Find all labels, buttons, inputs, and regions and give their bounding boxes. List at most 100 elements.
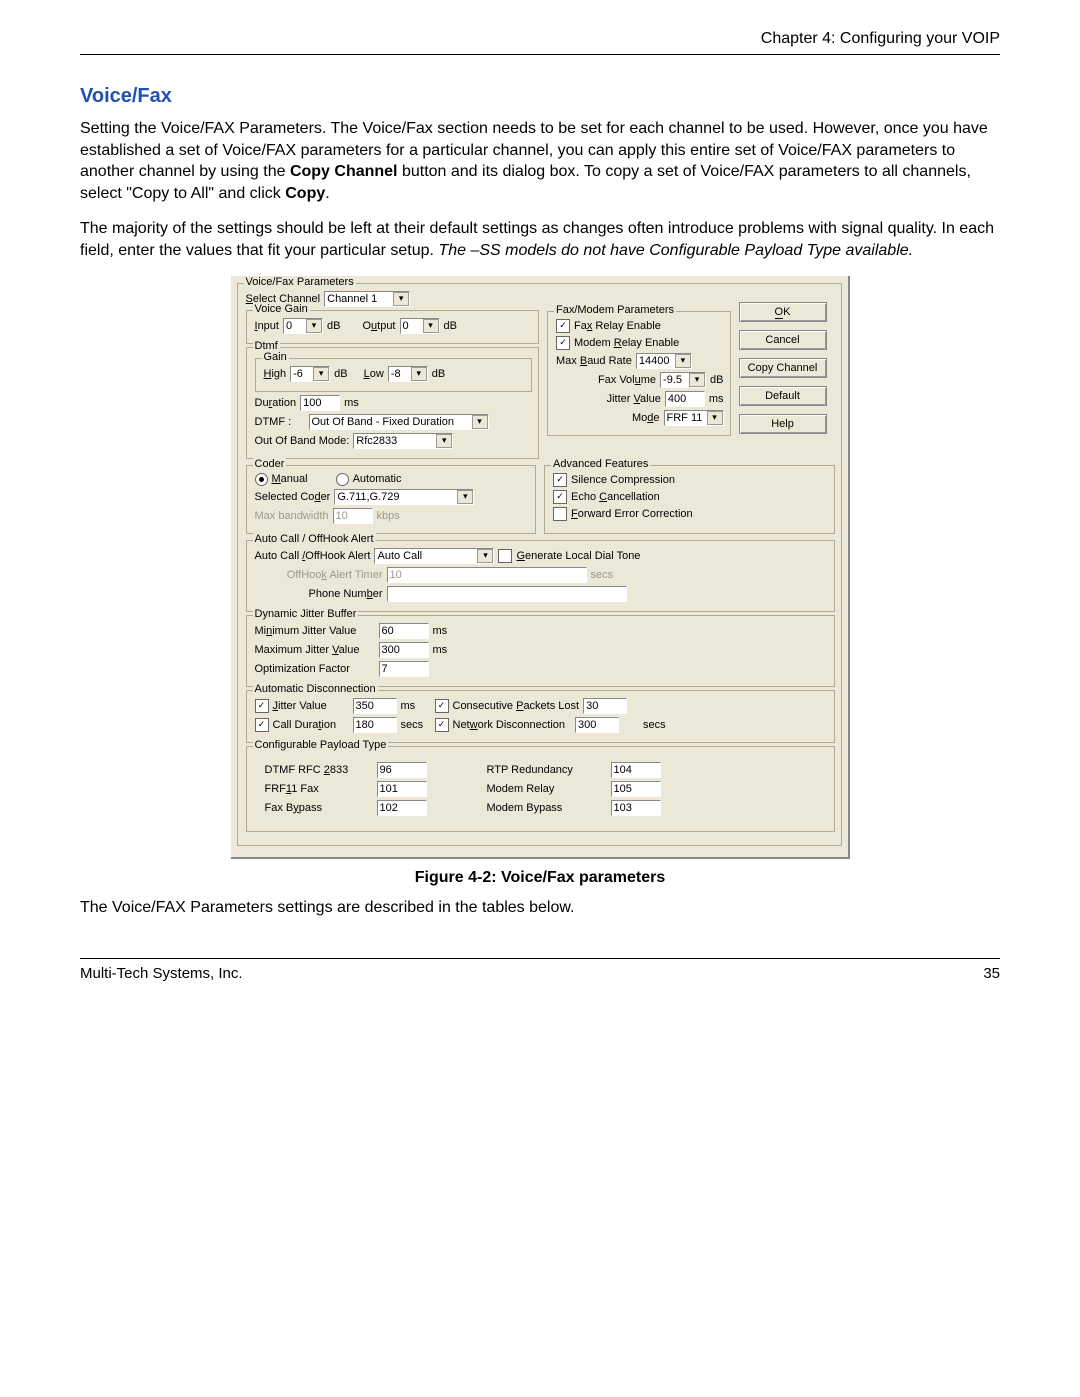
figure-caption: Figure 4-2: Voice/Fax parameters — [80, 869, 1000, 887]
duration-input[interactable] — [300, 395, 340, 411]
p1bold: Copy Channel — [290, 163, 398, 180]
output-gain-dropdown[interactable]: 0 — [400, 318, 440, 334]
max-jitter-label: Maximum Jitter Value — [255, 644, 375, 656]
high-label: High — [264, 368, 287, 380]
low-label: Low — [364, 368, 384, 380]
jv-checkbox[interactable]: ✓ — [255, 699, 269, 713]
p1bold2: Copy — [285, 185, 325, 202]
ms2: ms — [709, 393, 724, 405]
cpt-rtp-label: RTP Redundancy — [487, 764, 607, 776]
mode-label: Mode — [632, 412, 660, 424]
cpt-dtmf-label: DTMF RFC 2833 — [265, 764, 373, 776]
fec-checkbox[interactable] — [553, 507, 567, 521]
help-button[interactable]: Help — [739, 414, 827, 434]
kbps: kbps — [377, 510, 400, 522]
ms5: ms — [401, 700, 431, 712]
group-title: Voice/Fax Parameters — [244, 276, 356, 288]
jv-label: Jitter Value — [273, 700, 349, 712]
min-jitter-label: Minimum Jitter Value — [255, 625, 375, 637]
cpt-fb-label: Fax Bypass — [265, 802, 373, 814]
p2italic: The –SS models do not have Configurable … — [438, 242, 913, 259]
jv-input[interactable] — [353, 698, 397, 714]
opt-input[interactable] — [379, 661, 429, 677]
jitter-title: Dynamic Jitter Buffer — [253, 608, 359, 620]
cpt-mr-input[interactable] — [611, 781, 661, 797]
db1: dB — [327, 320, 340, 332]
silence-checkbox[interactable]: ✓ — [553, 473, 567, 487]
nd-checkbox[interactable]: ✓ — [435, 718, 449, 732]
db5: dB — [710, 374, 723, 386]
cd-checkbox[interactable]: ✓ — [255, 718, 269, 732]
autocall-title: Auto Call / OffHook Alert — [253, 533, 376, 545]
section-title: Voice/Fax — [80, 85, 1000, 108]
input-label: Input — [255, 320, 279, 332]
ms1: ms — [344, 397, 359, 409]
cpt-dtmf-input[interactable] — [377, 762, 427, 778]
cpt-rtp-input[interactable] — [611, 762, 661, 778]
timer-input — [387, 567, 587, 583]
fax-relay-checkbox[interactable]: ✓ — [556, 319, 570, 333]
db4: dB — [432, 368, 445, 380]
footer-page: 35 — [983, 965, 1000, 982]
jitter-input[interactable] — [665, 391, 705, 407]
silence-label: Silence Compression — [571, 474, 675, 486]
adv-title: Advanced Features — [551, 458, 650, 470]
high-dropdown[interactable]: -6 — [290, 366, 330, 382]
cd-label: Call Duration — [273, 719, 349, 731]
footer-left: Multi-Tech Systems, Inc. — [80, 965, 243, 982]
max-jitter-input[interactable] — [379, 642, 429, 658]
cpt-fb-input[interactable] — [377, 800, 427, 816]
cpt-mb-label: Modem Bypass — [487, 802, 607, 814]
select-channel-dropdown[interactable]: Channel 1 — [324, 291, 410, 307]
low-dropdown[interactable]: -8 — [388, 366, 428, 382]
copy-channel-button[interactable]: Copy Channel — [739, 358, 827, 378]
paragraph-2: The majority of the settings should be l… — [80, 218, 1000, 261]
p1c: . — [325, 185, 329, 202]
nd-label: Network Disconnection — [453, 719, 566, 731]
dtmf-mode-dropdown[interactable]: Out Of Band - Fixed Duration — [309, 414, 489, 430]
fax-volume-dropdown[interactable]: -9.5 — [660, 372, 706, 388]
max-bw-input — [333, 508, 373, 524]
cancel-button[interactable]: Cancel — [739, 330, 827, 350]
cpl-input[interactable] — [583, 698, 627, 714]
cpt-mr-label: Modem Relay — [487, 783, 607, 795]
mode-dropdown[interactable]: FRF 11 — [664, 410, 724, 426]
cpl-checkbox[interactable]: ✓ — [435, 699, 449, 713]
gen-dial-label: Generate Local Dial Tone — [516, 550, 640, 562]
nd-input[interactable] — [575, 717, 619, 733]
paragraph-1: Setting the Voice/FAX Parameters. The Vo… — [80, 118, 1000, 204]
input-gain-dropdown[interactable]: 0 — [283, 318, 323, 334]
modem-relay-checkbox[interactable]: ✓ — [556, 336, 570, 350]
fec-label: Forward Error Correction — [571, 508, 693, 520]
manual-label: Manual — [272, 473, 308, 485]
min-jitter-input[interactable] — [379, 623, 429, 639]
fax-modem-title: Fax/Modem Parameters — [554, 304, 676, 316]
automatic-radio[interactable] — [336, 473, 349, 486]
db3: dB — [334, 368, 347, 380]
cpt-frf-label: FRF11 Fax — [265, 783, 373, 795]
selected-coder-label: Selected Coder — [255, 491, 331, 503]
duration-label: Duration — [255, 397, 297, 409]
voice-gain-title: Voice Gain — [253, 303, 310, 315]
fax-volume-label: Fax Volume — [598, 374, 656, 386]
manual-radio[interactable] — [255, 473, 268, 486]
default-button[interactable]: Default — [739, 386, 827, 406]
max-baud-dropdown[interactable]: 14400 — [636, 353, 692, 369]
cpt-mb-input[interactable] — [611, 800, 661, 816]
oob-dropdown[interactable]: Rfc2833 — [353, 433, 453, 449]
selected-coder-dropdown[interactable]: G.711,G.729 — [334, 489, 474, 505]
cd-input[interactable] — [353, 717, 397, 733]
voice-fax-panel: Voice/Fax Parameters Select Channel Chan… — [231, 276, 850, 859]
phone-label: Phone Number — [255, 588, 383, 600]
phone-input[interactable] — [387, 586, 627, 602]
secs1: secs — [591, 569, 614, 581]
gen-dial-checkbox[interactable] — [498, 549, 512, 563]
cpt-title: Configurable Payload Type — [253, 739, 389, 751]
ac-dropdown[interactable]: Auto Call — [374, 548, 494, 564]
cpl-label: Consecutive Packets Lost — [453, 700, 580, 712]
cpt-frf-input[interactable] — [377, 781, 427, 797]
ms3: ms — [433, 625, 448, 637]
ok-button[interactable]: OK — [739, 302, 827, 322]
chapter-header: Chapter 4: Configuring your VOIP — [80, 30, 1000, 48]
echo-checkbox[interactable]: ✓ — [553, 490, 567, 504]
